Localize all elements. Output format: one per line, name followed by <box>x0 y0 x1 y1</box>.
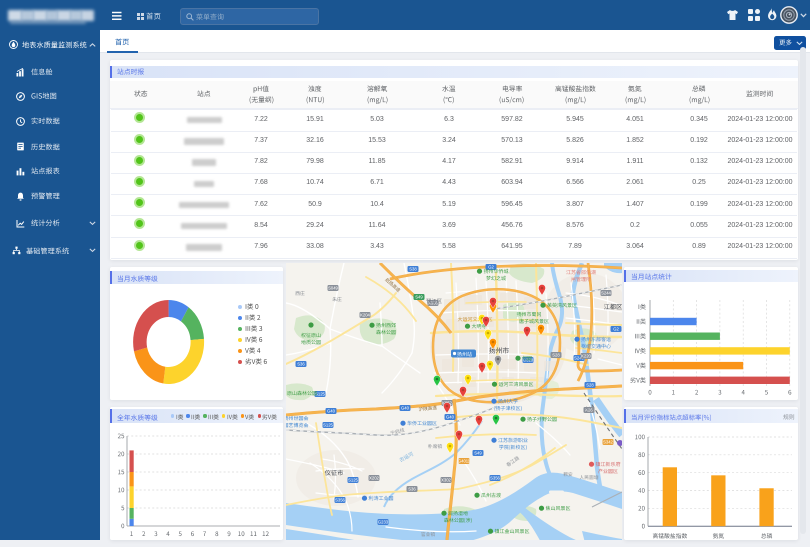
svg-text:G40: G40 <box>327 409 336 414</box>
svg-text:G233: G233 <box>378 520 389 525</box>
svg-text:X336: X336 <box>428 301 438 306</box>
svg-text:G4011: G4011 <box>458 459 471 464</box>
svg-text:S49: S49 <box>474 451 482 456</box>
svg-text:S356: S356 <box>335 498 345 503</box>
svg-text:K204: K204 <box>360 313 370 318</box>
svg-text:S125: S125 <box>348 478 358 483</box>
svg-text:G2: G2 <box>488 265 494 270</box>
svg-text:S38: S38 <box>409 267 417 272</box>
svg-text:S36: S36 <box>408 487 416 492</box>
svg-text:G2: G2 <box>613 327 619 332</box>
svg-text:S342: S342 <box>603 440 613 445</box>
svg-text:X302: X302 <box>441 478 451 483</box>
svg-text:G40: G40 <box>401 406 410 411</box>
svg-text:S49: S49 <box>415 295 423 300</box>
svg-text:X202: X202 <box>369 476 379 481</box>
svg-text:S356: S356 <box>490 476 500 481</box>
svg-text:S125: S125 <box>323 423 333 428</box>
svg-text:S125: S125 <box>315 392 325 397</box>
svg-text:S244: S244 <box>601 291 611 296</box>
svg-text:G40: G40 <box>446 415 455 420</box>
svg-text:S049: S049 <box>328 286 338 291</box>
svg-text:S36: S36 <box>297 362 305 367</box>
svg-text:S28: S28 <box>586 383 594 388</box>
svg-text:K220: K220 <box>581 354 591 359</box>
svg-text:S28: S28 <box>552 353 560 358</box>
